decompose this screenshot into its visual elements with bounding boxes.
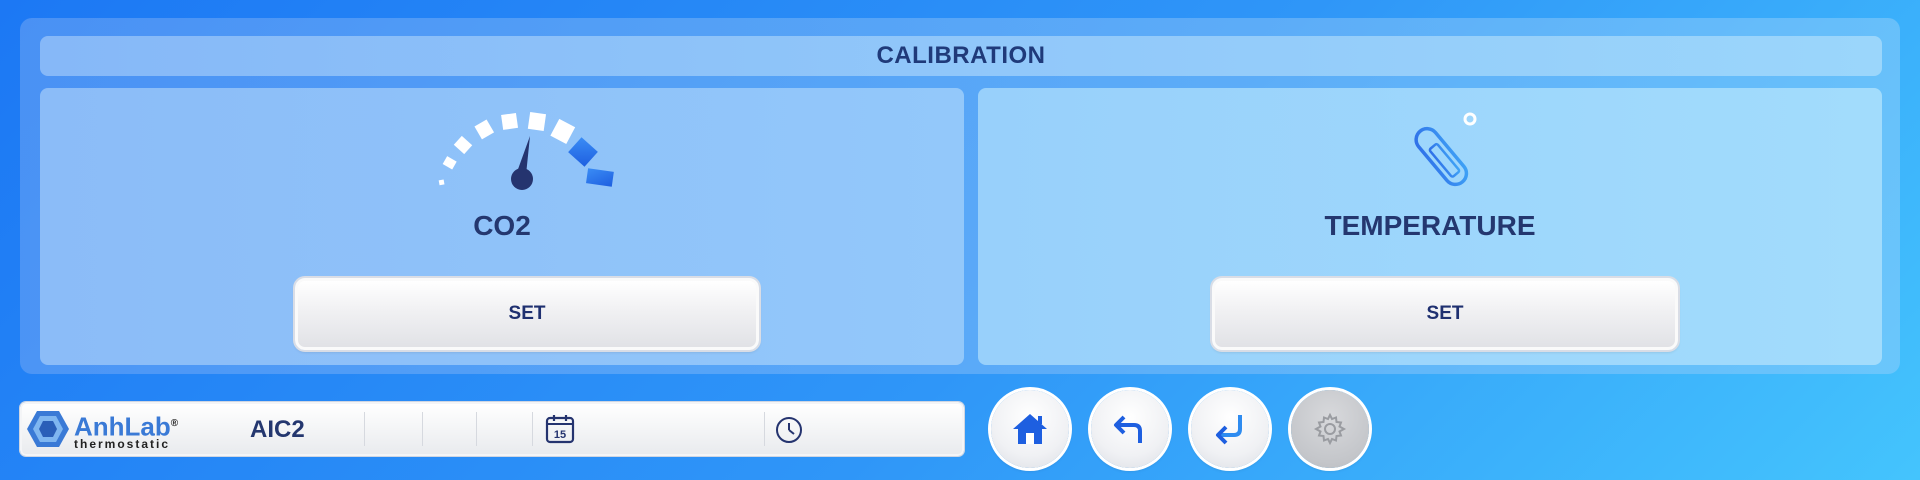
calendar-day: 15 [554,429,566,441]
co2-gauge-icon [438,111,614,190]
clock-icon [776,417,802,443]
temperature-label: TEMPERATURE [1324,210,1536,241]
temperature-card: TEMPERATURE SET [978,88,1882,365]
brand-subtitle: thermostatic [74,437,171,451]
temperature-set-button[interactable]: SET [1212,278,1678,350]
back-button[interactable] [1091,390,1169,468]
brand-registered-mark: ® [170,418,179,429]
gear-icon [1313,412,1347,446]
logo-hexagon-icon [27,411,69,447]
device-name: AIC2 [250,416,305,443]
divider [476,412,477,446]
divider [364,412,365,446]
status-bar: AnhLab® thermostatic AIC2 15 [20,402,964,456]
enter-arrow-icon [1216,415,1242,445]
title-bar: CALIBRATION [40,36,1882,76]
home-icon [1013,414,1047,444]
co2-label: CO2 [473,210,531,241]
calibration-panel: CALIBRATION CO2 SET TEMPERATURE SET [20,18,1900,374]
anhlab-logo: AnhLab® thermostatic [26,409,186,451]
page-title: CALIBRATION [876,42,1046,69]
divider [532,412,533,446]
divider [422,412,423,446]
settings-button[interactable] [1291,390,1369,468]
co2-set-button[interactable]: SET [295,278,759,350]
thermometer-icon [1410,112,1477,187]
enter-button[interactable] [1191,390,1269,468]
home-button[interactable] [991,390,1069,468]
co2-card: CO2 SET [40,88,964,365]
back-arrow-icon [1114,415,1142,443]
calendar-icon: 15 [545,415,575,444]
divider [764,412,765,446]
